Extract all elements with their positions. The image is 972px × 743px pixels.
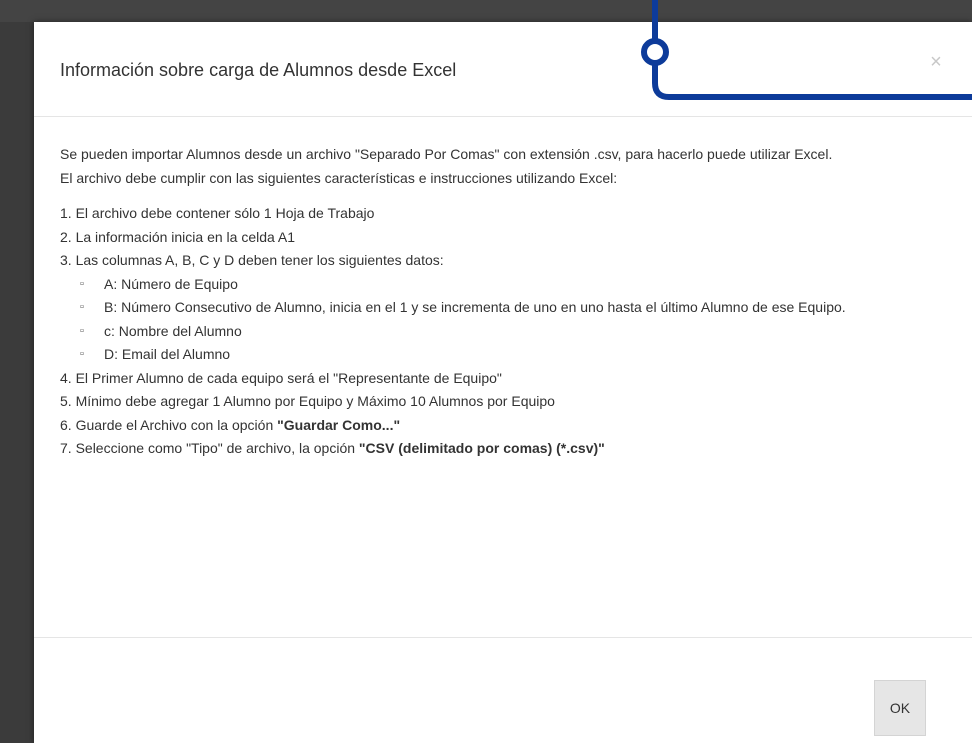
intro-paragraph-1: Se pueden importar Alumnos desde un arch… — [60, 146, 833, 162]
square-bullet-icon: ▫ — [80, 324, 84, 337]
close-icon[interactable]: × — [924, 50, 948, 74]
step-emphasis: "Guardar Como..." — [277, 416, 401, 433]
sub-item-text: A: Número de Equipo — [104, 275, 238, 292]
step-item: 7. Seleccione como "Tipo" de archivo, la… — [60, 437, 940, 461]
columns-sublist: ▫ A: Número de Equipo ▫ B: Número Consec… — [60, 273, 940, 367]
info-dialog: Información sobre carga de Alumnos desde… — [34, 22, 972, 743]
dialog-header: Información sobre carga de Alumnos desde… — [34, 22, 972, 117]
step-item: 4. El Primer Alumno de cada equipo será … — [60, 369, 502, 386]
backdrop-top-strip — [0, 0, 972, 22]
sub-list-item: ▫ c: Nombre del Alumno — [80, 320, 940, 344]
sub-list-item: ▫ D: Email del Alumno — [80, 343, 940, 367]
step-text: 7. Seleccione como "Tipo" de archivo, la… — [60, 440, 359, 456]
sub-list-item: ▫ A: Número de Equipo — [80, 273, 940, 297]
steps-list: 1. El archivo debe contener sólo 1 Hoja … — [60, 202, 940, 461]
sub-item-text: c: Nombre del Alumno — [104, 322, 242, 339]
step-text: 3. Las columnas A, B, C y D deben tener … — [60, 252, 444, 268]
sub-list-item: ▫ B: Número Consecutivo de Alumno, inici… — [80, 296, 940, 320]
ok-button[interactable]: OK — [874, 680, 926, 736]
dialog-body: Se pueden importar Alumnos desde un arch… — [34, 117, 972, 637]
sub-item-text: B: Número Consecutivo de Alumno, inicia … — [104, 299, 846, 315]
instructions-text: Se pueden importar Alumnos desde un arch… — [60, 143, 940, 461]
square-bullet-icon: ▫ — [80, 348, 84, 360]
square-bullet-icon: ▫ — [80, 277, 84, 290]
step-item: 6. Guarde el Archivo con la opción "Guar… — [60, 414, 940, 438]
dialog-title: Información sobre carga de Alumnos desde… — [60, 60, 457, 80]
step-item: 3. Las columnas A, B, C y D deben tener … — [60, 249, 940, 367]
sub-item-text: D: Email del Alumno — [104, 346, 231, 362]
step-emphasis: "CSV (delimitado por comas) (*.csv)" — [358, 440, 605, 456]
step-item: 5. Mínimo debe agregar 1 Alumno por Equi… — [60, 393, 555, 409]
step-item: 2. La información inicia en la celda A1 — [60, 228, 296, 245]
step-text: 6. Guarde el Archivo con la opción — [60, 416, 278, 433]
dialog-footer: OK — [34, 637, 972, 743]
square-bullet-icon: ▫ — [80, 301, 84, 313]
intro-paragraph-2: El archivo debe cumplir con las siguient… — [60, 169, 618, 186]
step-item: 1. El archivo debe contener sólo 1 Hoja … — [60, 205, 375, 221]
